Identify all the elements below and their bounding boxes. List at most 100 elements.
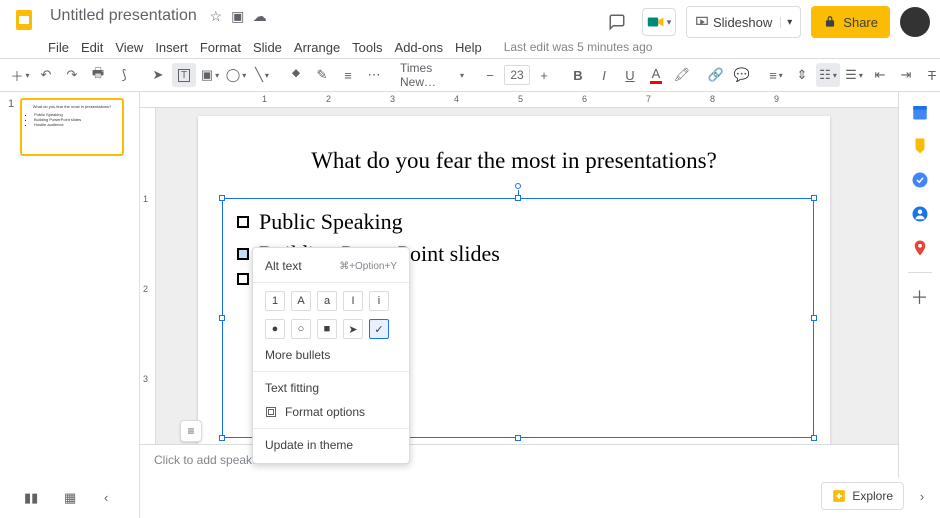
undo-button[interactable]: ↶ — [34, 63, 58, 87]
menu-edit[interactable]: Edit — [81, 40, 103, 55]
slideshow-dropdown-icon[interactable]: ▾ — [780, 17, 792, 28]
rotate-handle[interactable] — [515, 183, 521, 189]
menu-slide[interactable]: Slide — [253, 40, 282, 55]
menu-file[interactable]: File — [48, 40, 69, 55]
doc-title[interactable]: Untitled presentation — [46, 6, 201, 26]
list-style-A[interactable]: A — [291, 291, 311, 311]
redo-button[interactable]: ↷ — [60, 63, 84, 87]
keep-icon[interactable] — [910, 136, 930, 156]
chevron-right-icon[interactable]: › — [912, 486, 932, 506]
border-dash-button[interactable]: ⋯ — [362, 63, 386, 87]
underline-button[interactable]: U — [618, 63, 642, 87]
calendar-icon[interactable] — [910, 102, 930, 122]
print-button[interactable]: 🖶 — [86, 63, 110, 87]
menu-help[interactable]: Help — [455, 40, 482, 55]
addons-plus-icon[interactable]: ＋ — [910, 287, 930, 307]
bulleted-list-button[interactable]: ☰▾ — [842, 63, 866, 87]
slides-logo[interactable] — [10, 6, 38, 34]
ruler-vertical: 1 2 3 4 — [140, 108, 156, 478]
maps-icon[interactable] — [910, 238, 930, 258]
menu-insert[interactable]: Insert — [155, 40, 188, 55]
paint-format-button[interactable]: ⟆ — [112, 63, 136, 87]
bullet-disc[interactable]: ● — [265, 319, 285, 339]
line-tool[interactable]: ╲▾ — [250, 63, 274, 87]
account-avatar[interactable] — [900, 7, 930, 37]
canvas[interactable]: 1 2 3 4 5 6 7 8 9 1 2 3 4 What do you fe… — [140, 92, 898, 478]
star-icon[interactable]: ☆ — [207, 7, 225, 25]
slideshow-label: Slideshow — [713, 15, 772, 30]
tasks-icon[interactable] — [910, 170, 930, 190]
resize-handle[interactable] — [219, 195, 225, 201]
cloud-icon[interactable]: ☁ — [251, 7, 269, 25]
font-family-field[interactable]: Times New…▾ — [396, 63, 468, 87]
bottom-bar: ▮▮ ▦ ‹ — [0, 478, 940, 518]
italic-button[interactable]: I — [592, 63, 616, 87]
new-slide-button[interactable]: ＋▾ — [8, 63, 32, 87]
resize-handle[interactable] — [811, 195, 817, 201]
bullet-square[interactable]: ■ — [317, 319, 337, 339]
shape-tool[interactable]: ◯▾ — [224, 63, 248, 87]
text-color-button[interactable]: A — [644, 63, 668, 87]
grid-view-icon[interactable]: ▦ — [64, 490, 80, 506]
link-button[interactable]: 🔗 — [704, 63, 728, 87]
resize-handle[interactable] — [219, 315, 225, 321]
slideshow-button[interactable]: Slideshow ▾ — [686, 6, 801, 38]
indent-inc-button[interactable]: ⇥ — [894, 63, 918, 87]
move-icon[interactable]: ▣ — [229, 7, 247, 25]
font-size-field[interactable]: 23 — [504, 65, 530, 85]
align-button[interactable]: ≡▾ — [764, 63, 788, 87]
resize-handle[interactable] — [219, 435, 225, 441]
context-text-fitting[interactable]: Text fitting — [253, 376, 409, 400]
context-update-theme[interactable]: Update in theme — [253, 433, 409, 457]
indent-dec-button[interactable]: ⇤ — [868, 63, 892, 87]
chevron-left-icon[interactable]: ‹ — [104, 490, 120, 506]
menu-addons[interactable]: Add-ons — [395, 40, 443, 55]
border-color-button[interactable]: ✎ — [310, 63, 334, 87]
comments-icon[interactable] — [602, 7, 632, 37]
list-style-a[interactable]: a — [317, 291, 337, 311]
resize-handle[interactable] — [811, 435, 817, 441]
list-style-1[interactable]: 1 — [265, 291, 285, 311]
meet-button[interactable]: ▾ — [642, 8, 676, 36]
last-edit-text[interactable]: Last edit was 5 minutes ago — [504, 40, 653, 54]
share-button[interactable]: Share — [811, 6, 890, 38]
contacts-icon[interactable] — [910, 204, 930, 224]
highlight-button[interactable]: 🖍 — [670, 63, 694, 87]
bullet-check[interactable]: ✓ — [369, 319, 389, 339]
comment-button[interactable]: 💬 — [730, 63, 754, 87]
clear-format-button[interactable]: T — [920, 63, 940, 87]
menu-view[interactable]: View — [115, 40, 143, 55]
share-label: Share — [843, 15, 878, 30]
explore-button[interactable]: Explore — [821, 482, 904, 510]
fill-color-button[interactable] — [284, 63, 308, 87]
list-style-I[interactable]: I — [343, 291, 363, 311]
slide-thumbnail[interactable]: What do you fear the most in presentatio… — [20, 98, 124, 156]
context-more-bullets[interactable]: More bullets — [253, 343, 409, 367]
filmstrip: 1 What do you fear the most in presentat… — [0, 92, 140, 478]
autofit-button[interactable]: ≡ — [180, 420, 202, 442]
menu-format[interactable]: Format — [200, 40, 241, 55]
context-format-options[interactable]: Format options — [253, 400, 409, 424]
numbered-list-button[interactable]: ☷▾ — [816, 63, 840, 87]
resize-handle[interactable] — [811, 315, 817, 321]
ruler-horizontal: 1 2 3 4 5 6 7 8 9 — [140, 92, 898, 108]
side-panel: ＋ — [898, 92, 940, 478]
textbox-tool[interactable]: T — [172, 63, 196, 87]
bold-button[interactable]: B — [566, 63, 590, 87]
border-weight-button[interactable]: ≡ — [336, 63, 360, 87]
select-tool[interactable]: ➤ — [146, 63, 170, 87]
bullet-arrow[interactable]: ➤ — [343, 319, 363, 339]
menu-arrange[interactable]: Arrange — [294, 40, 340, 55]
menu-tools[interactable]: Tools — [352, 40, 382, 55]
list-style-i[interactable]: i — [369, 291, 389, 311]
line-spacing-button[interactable]: ⇕ — [790, 63, 814, 87]
context-alt-text[interactable]: Alt text ⌘+Option+Y — [253, 254, 409, 278]
bullet-ring[interactable]: ○ — [291, 319, 311, 339]
image-tool[interactable]: ▣▾ — [198, 63, 222, 87]
header-bar: Untitled presentation ☆ ▣ ☁ ▾ Slideshow … — [0, 0, 940, 40]
slide-title[interactable]: What do you fear the most in presentatio… — [198, 148, 830, 174]
resize-handle[interactable] — [515, 435, 521, 441]
font-size-dec[interactable]: − — [478, 63, 502, 87]
font-size-inc[interactable]: + — [532, 63, 556, 87]
filmstrip-view-icon[interactable]: ▮▮ — [24, 490, 40, 506]
